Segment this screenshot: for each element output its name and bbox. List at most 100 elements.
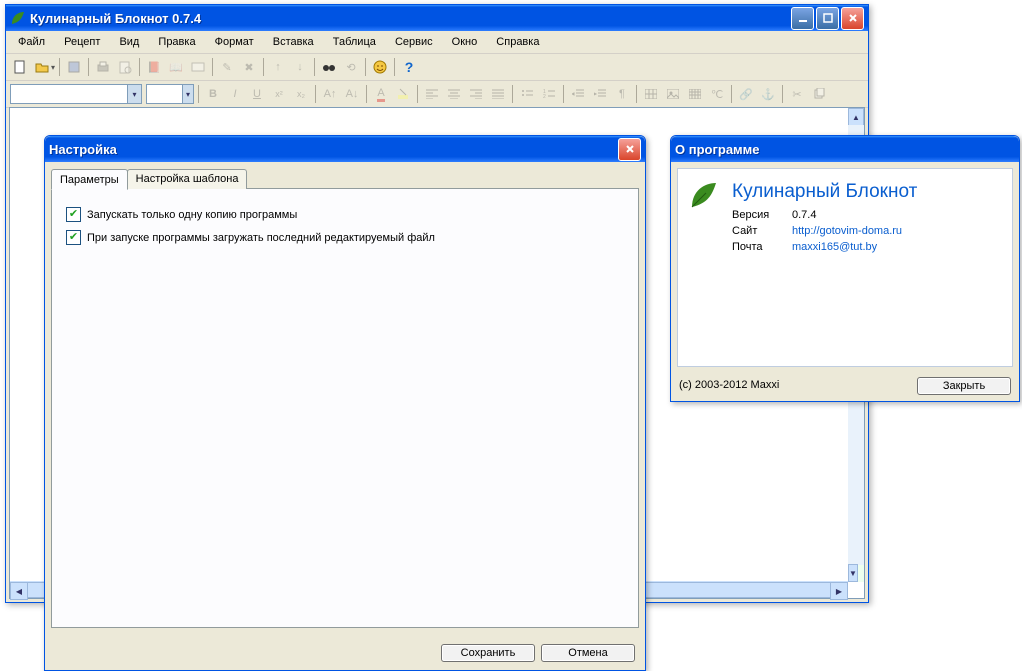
highlight-icon[interactable] bbox=[393, 84, 413, 104]
main-titlebar[interactable]: Кулинарный Блокнот 0.7.4 bbox=[6, 5, 868, 31]
align-right-icon[interactable] bbox=[466, 84, 486, 104]
book-icon[interactable]: 📕 bbox=[144, 57, 164, 77]
svg-text:2: 2 bbox=[543, 94, 546, 99]
edit-icon[interactable]: ✎ bbox=[217, 57, 237, 77]
menu-insert[interactable]: Вставка bbox=[265, 33, 322, 51]
menu-file[interactable]: Файл bbox=[10, 33, 53, 51]
menu-window[interactable]: Окно bbox=[444, 33, 486, 51]
delete-icon[interactable]: ✖ bbox=[239, 57, 259, 77]
save-button[interactable]: Сохранить bbox=[441, 644, 535, 662]
tab-template[interactable]: Настройка шаблона bbox=[127, 169, 248, 189]
close-button[interactable] bbox=[841, 7, 864, 30]
arrow-down-icon[interactable]: ↓ bbox=[290, 57, 310, 77]
menu-help[interactable]: Справка bbox=[488, 33, 547, 51]
open-book-icon[interactable]: 📖 bbox=[166, 57, 186, 77]
checkbox-load-last-file[interactable]: ✔ При запуске программы загружать послед… bbox=[66, 230, 624, 245]
font-family-combo[interactable]: ▾ bbox=[10, 84, 142, 104]
scroll-left-icon[interactable]: ◀ bbox=[10, 582, 28, 600]
font-shrink-icon[interactable]: A↓ bbox=[342, 84, 362, 104]
menu-bar: Файл Рецепт Вид Правка Формат Вставка Та… bbox=[6, 31, 868, 54]
about-version-label: Версия bbox=[732, 209, 792, 221]
checkbox-icon: ✔ bbox=[66, 230, 81, 245]
formatting-toolbar: ▾ ▾ B I U x² x₂ A↑ A↓ A 12 ¶ ℃ 🔗 ⚓ ✂ bbox=[6, 81, 868, 108]
arrow-up-icon[interactable]: ↑ bbox=[268, 57, 288, 77]
font-size-combo[interactable]: ▾ bbox=[146, 84, 194, 104]
main-title: Кулинарный Блокнот 0.7.4 bbox=[30, 11, 791, 26]
save-icon[interactable] bbox=[64, 57, 84, 77]
bold-icon[interactable]: B bbox=[203, 84, 223, 104]
print-preview-icon[interactable] bbox=[115, 57, 135, 77]
insert-image-icon[interactable] bbox=[663, 84, 683, 104]
bullets-icon[interactable] bbox=[517, 84, 537, 104]
insert-table-icon[interactable] bbox=[641, 84, 661, 104]
about-dialog: О программе Кулинарный Блокнот Версия 0.… bbox=[670, 135, 1020, 402]
menu-table[interactable]: Таблица bbox=[325, 33, 384, 51]
superscript-icon[interactable]: x² bbox=[269, 84, 289, 104]
about-close-button[interactable]: Закрыть bbox=[917, 377, 1011, 395]
app-icon bbox=[688, 179, 720, 211]
font-color-icon[interactable]: A bbox=[371, 84, 391, 104]
settings-dialog: Настройка Параметры Настройка шаблона ✔ … bbox=[44, 135, 646, 671]
underline-icon[interactable]: U bbox=[247, 84, 267, 104]
cancel-button[interactable]: Отмена bbox=[541, 644, 635, 662]
font-grow-icon[interactable]: A↑ bbox=[320, 84, 340, 104]
cut-icon[interactable]: ✂ bbox=[787, 84, 807, 104]
link-icon[interactable]: 🔗 bbox=[736, 84, 756, 104]
scroll-down-icon[interactable]: ▼ bbox=[848, 564, 858, 582]
checkbox-label: Запускать только одну копию программы bbox=[87, 209, 297, 221]
binoculars-icon[interactable] bbox=[319, 57, 339, 77]
about-mail-link[interactable]: maxxi165@tut.by bbox=[792, 241, 1002, 253]
about-version-value: 0.7.4 bbox=[792, 209, 1002, 221]
replace-icon[interactable]: ⟲ bbox=[341, 57, 361, 77]
settings-titlebar[interactable]: Настройка bbox=[45, 136, 645, 162]
card-icon[interactable] bbox=[188, 57, 208, 77]
tab-page-parameters: ✔ Запускать только одну копию программы … bbox=[51, 188, 639, 628]
tab-parameters[interactable]: Параметры bbox=[51, 169, 128, 190]
outdent-icon[interactable] bbox=[568, 84, 588, 104]
minimize-button[interactable] bbox=[791, 7, 814, 30]
menu-recipe[interactable]: Рецепт bbox=[56, 33, 108, 51]
indent-icon[interactable] bbox=[590, 84, 610, 104]
open-dropdown-icon[interactable]: ▾ bbox=[51, 63, 55, 72]
about-body: Кулинарный Блокнот Версия 0.7.4 Сайт htt… bbox=[677, 168, 1013, 367]
anchor-icon[interactable]: ⚓ bbox=[758, 84, 778, 104]
insert-grid-icon[interactable] bbox=[685, 84, 705, 104]
app-icon bbox=[10, 10, 26, 26]
menu-service[interactable]: Сервис bbox=[387, 33, 441, 51]
temperature-icon[interactable]: ℃ bbox=[707, 84, 727, 104]
copy-icon[interactable] bbox=[809, 84, 829, 104]
new-icon[interactable] bbox=[10, 57, 30, 77]
menu-view[interactable]: Вид bbox=[111, 33, 147, 51]
checkbox-icon: ✔ bbox=[66, 207, 81, 222]
menu-format[interactable]: Формат bbox=[207, 33, 262, 51]
about-mail-label: Почта bbox=[732, 241, 792, 253]
settings-close-button[interactable] bbox=[618, 138, 641, 161]
print-icon[interactable] bbox=[93, 57, 113, 77]
subscript-icon[interactable]: x₂ bbox=[291, 84, 311, 104]
settings-title: Настройка bbox=[49, 142, 618, 157]
about-titlebar[interactable]: О программе bbox=[671, 136, 1019, 162]
scroll-up-icon[interactable]: ▲ bbox=[848, 108, 864, 126]
italic-icon[interactable]: I bbox=[225, 84, 245, 104]
smiley-icon[interactable] bbox=[370, 57, 390, 77]
about-site-link[interactable]: http://gotovim-doma.ru bbox=[792, 225, 1002, 237]
menu-edit[interactable]: Правка bbox=[150, 33, 203, 51]
about-site-label: Сайт bbox=[732, 225, 792, 237]
help-icon[interactable]: ? bbox=[399, 57, 419, 77]
about-app-name: Кулинарный Блокнот bbox=[732, 181, 1002, 203]
align-left-icon[interactable] bbox=[422, 84, 442, 104]
align-justify-icon[interactable] bbox=[488, 84, 508, 104]
about-copyright: (c) 2003-2012 Maxxi bbox=[679, 379, 779, 391]
numbering-icon[interactable]: 12 bbox=[539, 84, 559, 104]
open-icon[interactable] bbox=[32, 57, 52, 77]
chevron-down-icon[interactable]: ▾ bbox=[182, 85, 193, 103]
align-center-icon[interactable] bbox=[444, 84, 464, 104]
checkbox-single-instance[interactable]: ✔ Запускать только одну копию программы bbox=[66, 207, 624, 222]
paragraph-icon[interactable]: ¶ bbox=[612, 84, 632, 104]
standard-toolbar: ▾ 📕 📖 ✎ ✖ ↑ ↓ ⟲ ? bbox=[6, 54, 868, 81]
checkbox-label: При запуске программы загружать последни… bbox=[87, 232, 435, 244]
maximize-button[interactable] bbox=[816, 7, 839, 30]
chevron-down-icon[interactable]: ▾ bbox=[127, 85, 141, 103]
scroll-right-icon[interactable]: ▶ bbox=[830, 582, 848, 600]
settings-tabs: Параметры Настройка шаблона ✔ Запускать … bbox=[51, 168, 639, 628]
